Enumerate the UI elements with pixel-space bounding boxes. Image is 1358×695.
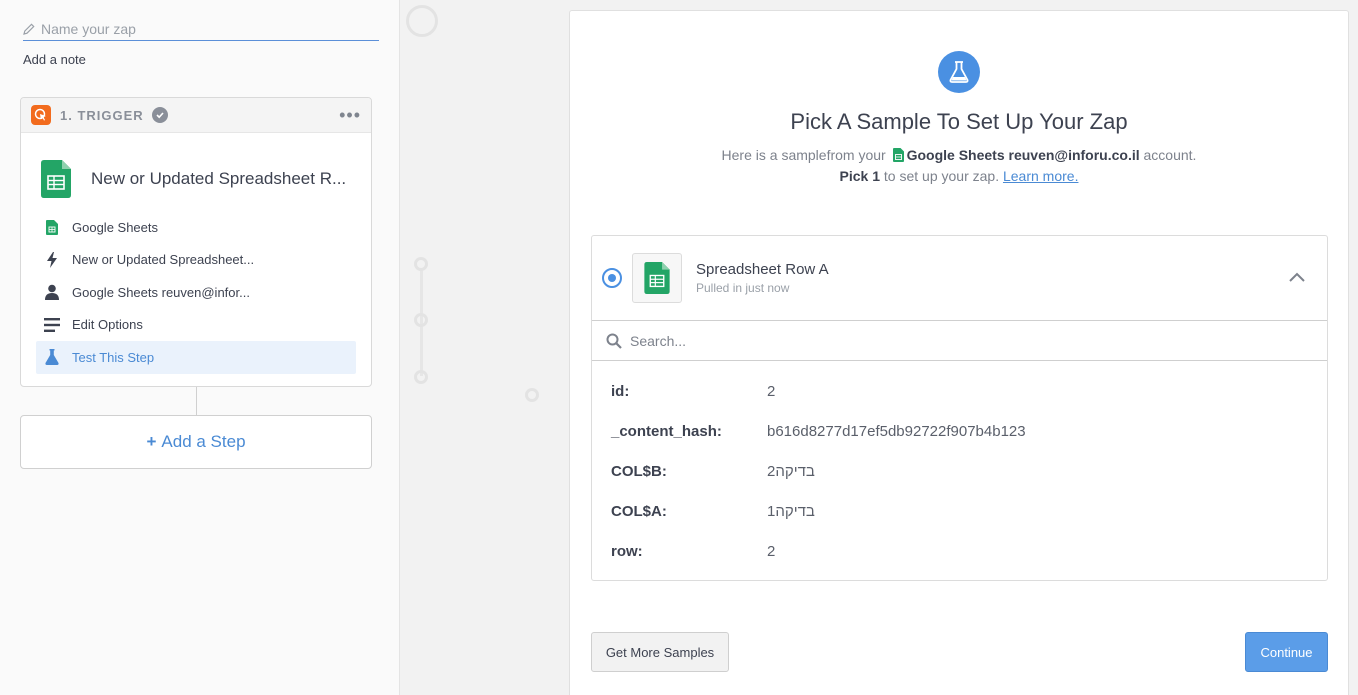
field-key: COL$B: bbox=[611, 462, 667, 480]
learn-more-link[interactable]: Learn more. bbox=[1003, 168, 1078, 184]
decor-circle bbox=[406, 5, 438, 37]
zap-name-input[interactable] bbox=[41, 21, 361, 37]
plus-icon: + bbox=[146, 432, 157, 451]
decor-circle bbox=[525, 388, 539, 402]
step-item-label: Google Sheets bbox=[72, 219, 159, 235]
field-row: COL$B: בדיקה2 bbox=[611, 451, 1327, 491]
user-icon bbox=[44, 284, 60, 301]
field-key: _content_hash: bbox=[611, 422, 722, 440]
trigger-header: 1. TRIGGER ••• bbox=[21, 98, 371, 133]
field-key: COL$A: bbox=[611, 502, 667, 520]
decor-circle bbox=[414, 313, 428, 327]
chevron-up-icon[interactable] bbox=[1287, 268, 1307, 288]
field-row: COL$A: בדיקה1 bbox=[611, 491, 1327, 531]
sample-fields: id: 2 _content_hash: b616d8277d17ef5db92… bbox=[592, 361, 1327, 571]
field-value: בדיקה1 bbox=[767, 502, 815, 520]
sample-search[interactable] bbox=[592, 320, 1327, 361]
field-key: row: bbox=[611, 542, 643, 560]
google-sheets-icon bbox=[44, 219, 60, 235]
more-options-icon[interactable]: ••• bbox=[339, 106, 361, 124]
check-icon bbox=[151, 107, 168, 123]
pick-text: to set up your zap. bbox=[883, 168, 1000, 184]
field-value: 2 bbox=[767, 382, 776, 400]
add-note-link[interactable]: Add a note bbox=[23, 52, 86, 67]
sample-time: Pulled in just now bbox=[696, 281, 790, 295]
sample-texts: Spreadsheet Row A Pulled in just now bbox=[696, 261, 829, 295]
google-sheets-icon bbox=[892, 148, 904, 162]
step-item-edit-options[interactable]: Edit Options bbox=[36, 309, 356, 342]
panel-subtitle: Here is a samplefrom your Google Sheets … bbox=[570, 145, 1348, 187]
search-input[interactable] bbox=[630, 332, 1290, 349]
subtitle-prefix: Here is a samplefrom your bbox=[721, 147, 886, 163]
continue-button[interactable]: Continue bbox=[1245, 632, 1328, 672]
step-item-trigger[interactable]: New or Updated Spreadsheet... bbox=[36, 244, 356, 277]
step-connector bbox=[196, 387, 197, 415]
field-value: בדיקה2 bbox=[767, 462, 815, 480]
zap-name-field[interactable] bbox=[23, 18, 379, 41]
field-value: b616d8277d17ef5db92722f907b4b123 bbox=[767, 422, 1026, 440]
add-step-button[interactable]: + Add a Step bbox=[20, 415, 372, 469]
step-item-app[interactable]: Google Sheets bbox=[36, 211, 356, 244]
flask-icon bbox=[44, 349, 60, 366]
decor-circle bbox=[414, 257, 428, 271]
trigger-title: New or Updated Spreadsheet R... bbox=[91, 169, 347, 188]
sample-radio[interactable] bbox=[602, 268, 622, 288]
sample-panel: Pick A Sample To Set Up Your Zap Here is… bbox=[569, 10, 1349, 695]
step-item-test[interactable]: Test This Step bbox=[36, 341, 356, 374]
search-icon bbox=[606, 333, 622, 349]
sample-card: Spreadsheet Row A Pulled in just now id:… bbox=[591, 235, 1328, 581]
step-item-label: New or Updated Spreadsheet... bbox=[72, 252, 255, 268]
radio-dot bbox=[608, 274, 616, 282]
step-item-label: Test This Step bbox=[72, 349, 155, 365]
sample-header[interactable]: Spreadsheet Row A Pulled in just now bbox=[592, 236, 1327, 320]
field-row: row: 2 bbox=[611, 531, 1327, 571]
field-row: id: 2 bbox=[611, 371, 1327, 411]
google-sheets-icon bbox=[41, 160, 71, 198]
add-step-label: Add a Step bbox=[161, 432, 246, 451]
sample-name: Spreadsheet Row A bbox=[696, 261, 829, 278]
trigger-title-row[interactable]: New or Updated Spreadsheet R... bbox=[21, 133, 371, 207]
pencil-icon bbox=[23, 23, 35, 35]
field-key: id: bbox=[611, 382, 630, 400]
subtitle-suffix: account. bbox=[1143, 147, 1197, 163]
step-item-label: Google Sheets reuven@infor... bbox=[72, 284, 250, 300]
lightning-icon bbox=[44, 251, 60, 268]
step-item-account[interactable]: Google Sheets reuven@infor... bbox=[36, 276, 356, 309]
get-more-samples-button[interactable]: Get More Samples bbox=[591, 632, 729, 672]
pick-count: Pick 1 bbox=[839, 168, 881, 184]
trigger-step-list: Google Sheets New or Updated Spreadsheet… bbox=[21, 207, 371, 374]
list-icon bbox=[44, 317, 60, 333]
account-name: Google Sheets reuven@inforu.co.il bbox=[906, 147, 1140, 163]
trigger-label: 1. TRIGGER bbox=[60, 107, 144, 123]
google-sheets-icon bbox=[632, 253, 682, 303]
field-value: 2 bbox=[767, 542, 776, 560]
decor-circle bbox=[414, 370, 428, 384]
field-row: _content_hash: b616d8277d17ef5db92722f90… bbox=[611, 411, 1327, 451]
step-item-label: Edit Options bbox=[72, 317, 143, 333]
flask-icon bbox=[938, 51, 980, 93]
trigger-app-icon bbox=[31, 105, 51, 125]
panel-title: Pick A Sample To Set Up Your Zap bbox=[790, 109, 1128, 134]
editor-sidebar: Add a note 1. TRIGGER ••• New or Updated… bbox=[0, 0, 400, 695]
trigger-card: 1. TRIGGER ••• New or Updated Spreadshee… bbox=[20, 97, 372, 387]
